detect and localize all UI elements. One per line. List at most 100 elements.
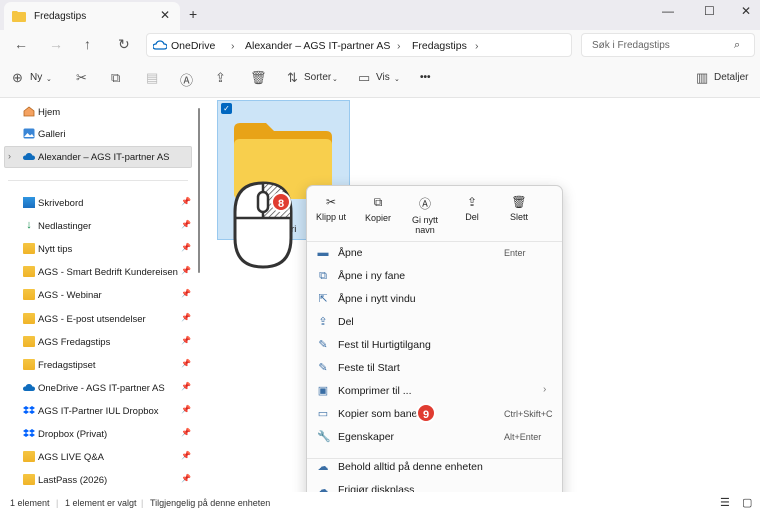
cut-button[interactable]: ✂ Klipp ut (308, 186, 354, 238)
sidebar-item-label: Nedlastinger (38, 221, 92, 232)
sidebar-item[interactable]: Dropbox (Privat) 📌 (20, 426, 198, 444)
new-button[interactable]: Ny (30, 72, 42, 83)
gallery-icon (23, 128, 35, 139)
sidebar-item-label: AGS Fredagstips (38, 337, 111, 348)
breadcrumb-onedrive[interactable]: OneDrive (171, 40, 215, 52)
folder-icon (23, 359, 35, 370)
pin-icon[interactable]: 📌 (181, 197, 191, 206)
folder-icon (23, 474, 35, 485)
sidebar-item[interactable]: OneDrive - AGS IT-partner AS 📌 (20, 380, 198, 398)
pin-icon[interactable]: 📌 (181, 474, 191, 483)
forward-button[interactable]: → (49, 36, 63, 52)
breadcrumb[interactable]: OneDrive › Alexander – AGS IT-partner AS… (146, 33, 572, 57)
breadcrumb-separator: › (231, 40, 235, 52)
menu-item-label: Del (338, 316, 354, 328)
delete-button[interactable]: 🗑 Slett (496, 186, 542, 238)
pin-icon[interactable]: 📌 (181, 405, 191, 414)
more-button[interactable]: ••• (420, 72, 431, 83)
sidebar-item-label: Galleri (38, 129, 66, 140)
title-bar: Fredagstips ✕ + — ☐ ✕ (0, 0, 760, 30)
menu-item-label: Åpne (338, 247, 363, 259)
tab-fredagstips[interactable]: Fredagstips ✕ (4, 2, 180, 30)
sort-button[interactable]: Sorter (304, 72, 331, 83)
copy-icon[interactable]: ⧉ (111, 70, 120, 86)
breadcrumb-separator[interactable]: › (475, 40, 479, 52)
menu-item[interactable]: ✎ Feste til Start (311, 357, 560, 379)
pin-icon[interactable]: 📌 (181, 336, 191, 345)
cloud-check-icon: ☁ (317, 461, 329, 473)
rename-icon[interactable]: Ⓐ (180, 70, 193, 89)
sidebar-item[interactable]: AGS Fredagstips 📌 (20, 334, 198, 352)
pin-icon[interactable]: 📌 (181, 359, 191, 368)
new-tab-button[interactable]: + (189, 6, 197, 22)
tab-close-icon[interactable]: ✕ (160, 8, 170, 22)
view-button[interactable]: Vis (376, 72, 390, 83)
chevron-right-icon[interactable]: › (8, 151, 11, 161)
menu-item-label: Åpne i ny fane (338, 270, 406, 282)
pin-icon[interactable]: 📌 (181, 428, 191, 437)
refresh-button[interactable]: ↻ (118, 36, 130, 53)
sidebar-item[interactable]: Skrivebord 📌 (20, 195, 198, 213)
details-button[interactable]: Detaljer (714, 72, 748, 83)
share-icon: ⇪ (466, 195, 478, 209)
pin-icon[interactable]: 📌 (181, 382, 191, 391)
breadcrumb-fredagstips[interactable]: Fredagstips (412, 40, 467, 52)
pin-icon[interactable]: 📌 (181, 266, 191, 275)
menu-item[interactable]: ⇪ Del (311, 311, 560, 333)
share-button[interactable]: ⇪ Del (449, 186, 495, 238)
pin-icon[interactable]: 📌 (181, 313, 191, 322)
menu-item-label: Åpne i nytt vindu (338, 293, 416, 305)
search-input[interactable]: Søk i Fredagstips ⌕ (581, 33, 755, 57)
tile-view-icon[interactable]: ▢ (742, 496, 752, 509)
sidebar-item-label: AGS LIVE Q&A (38, 452, 104, 463)
pin-icon[interactable]: 📌 (181, 289, 191, 298)
sidebar-item[interactable]: › Alexander – AGS IT-partner AS (8, 149, 198, 167)
back-button[interactable]: ← (14, 36, 28, 52)
sidebar-item[interactable]: Hjem (20, 104, 198, 122)
quick-action-label: Gi nytt navn (411, 215, 438, 235)
sidebar-item[interactable]: ↓ Nedlastinger 📌 (20, 218, 198, 236)
rename-button[interactable]: Ⓐ Gi nytt navn (402, 186, 448, 238)
breadcrumb-separator: › (397, 40, 401, 52)
close-button[interactable]: ✕ (741, 4, 751, 18)
up-button[interactable]: ↑ (84, 36, 91, 52)
sidebar-item[interactable]: AGS LIVE Q&A 📌 (20, 449, 198, 467)
sidebar-item[interactable]: LastPass (2026) 📌 (20, 472, 198, 490)
share-icon[interactable]: ⇪ (215, 70, 226, 86)
pin-icon[interactable]: 📌 (181, 220, 191, 229)
menu-item[interactable]: ▬ Åpne Enter (311, 242, 560, 264)
folder-icon (12, 11, 26, 22)
sidebar-item[interactable]: AGS IT-Partner IUL Dropbox 📌 (20, 403, 198, 421)
menu-item[interactable]: ✎ Fest til Hurtigtilgang (311, 334, 560, 356)
sidebar-item-label: Skrivebord (38, 198, 84, 209)
sidebar-item[interactable]: Fredagstipset 📌 (20, 357, 198, 375)
menu-item[interactable]: ⇱ Åpne i nytt vindu (311, 288, 560, 310)
sidebar-item[interactable]: AGS - E-post utsendelser 📌 (20, 311, 198, 329)
sidebar-item[interactable]: Galleri (20, 126, 198, 144)
delete-icon[interactable]: 🗑 (250, 70, 267, 86)
wrench-icon: 🔧 (317, 431, 331, 443)
copy-button[interactable]: ⧉ Kopier (355, 186, 401, 238)
details-icon: ▥ (696, 70, 709, 85)
pin-icon[interactable]: 📌 (181, 243, 191, 252)
copy-icon: ⧉ (373, 195, 383, 209)
sidebar-item[interactable]: AGS - Webinar 📌 (20, 287, 198, 305)
menu-item[interactable]: ☁ Behold alltid på denne enheten (311, 456, 560, 478)
selection-checkbox[interactable]: ✓ (221, 103, 232, 114)
cut-icon[interactable]: ✂ (76, 70, 87, 86)
sidebar-scrollbar[interactable] (198, 108, 200, 273)
sidebar-item[interactable]: Nytt tips 📌 (20, 241, 198, 259)
menu-item[interactable]: ▣ Komprimer til ... › (311, 380, 560, 402)
menu-item[interactable]: ⧉ Åpne i ny fane (311, 265, 560, 287)
file-explorer-window: Fredagstips ✕ + — ☐ ✕ ← → ↑ ↻ OneDrive ›… (0, 0, 760, 513)
sidebar-item-label: AGS - E-post utsendelser (38, 314, 146, 325)
list-view-icon[interactable]: ☰ (720, 496, 730, 509)
pin-icon[interactable]: 📌 (181, 451, 191, 460)
paste-icon[interactable]: ▤ (146, 70, 158, 86)
sidebar-item[interactable]: AGS - Smart Bedrift Kundereisen 📌 (20, 264, 198, 282)
minimize-button[interactable]: — (662, 4, 674, 18)
menu-item[interactable]: 🔧 Egenskaper Alt+Enter (311, 426, 560, 448)
breadcrumb-alexander[interactable]: Alexander – AGS IT-partner AS (245, 40, 390, 52)
maximize-button[interactable]: ☐ (704, 4, 715, 18)
folder-icon (23, 336, 35, 347)
